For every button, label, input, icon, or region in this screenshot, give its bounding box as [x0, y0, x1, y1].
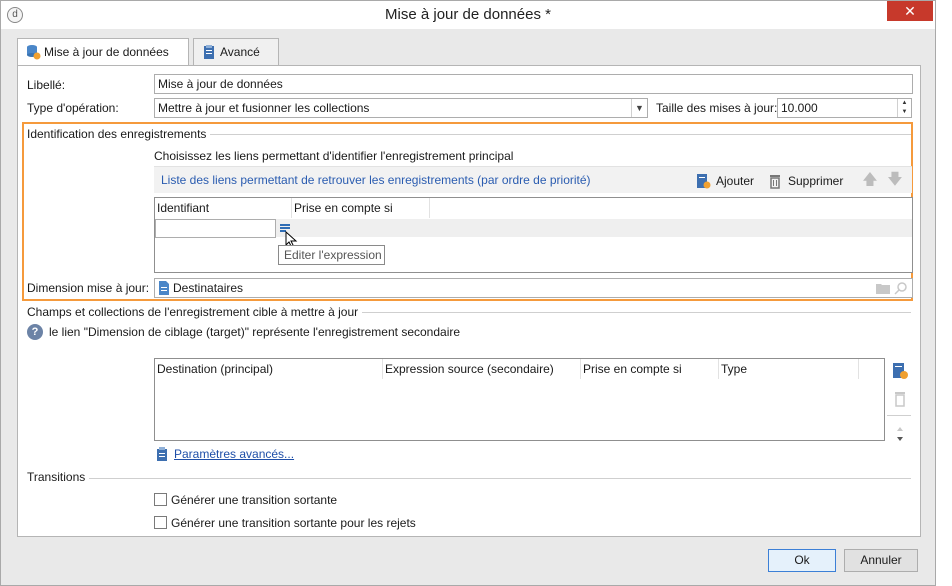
dimension-value: Destinataires: [173, 281, 244, 295]
dimension-label: Dimension mise à jour:: [27, 281, 150, 295]
tab-label: Mise à jour de données: [44, 45, 169, 59]
type-operation-value: Mettre à jour et fusionner les collectio…: [158, 101, 370, 115]
search-icon[interactable]: [894, 281, 908, 295]
stepper-up-icon[interactable]: ▲: [898, 99, 911, 108]
add-icon: [697, 174, 711, 189]
identification-group-title: Identification des enregistrements: [27, 127, 211, 141]
dialog-window: d Mise à jour de données * ✕ Mise à jour…: [0, 0, 936, 586]
group-divider: [27, 478, 911, 479]
clipboard-icon: [204, 45, 214, 59]
edit-expression-tooltip: Editer l'expression: [278, 245, 385, 265]
champs-help-text: le lien "Dimension de ciblage (target)" …: [49, 325, 461, 339]
links-list-toolbar: Liste des liens permettant de retrouver …: [154, 166, 912, 193]
type-operation-select[interactable]: Mettre à jour et fusionner les collectio…: [154, 98, 648, 118]
transition-checkbox-label: Générer une transition sortante: [171, 493, 338, 507]
add-label: Ajouter: [716, 174, 755, 188]
links-list-title: Liste des liens permettant de retrouver …: [161, 173, 591, 187]
column-header-prise-en-compte[interactable]: Prise en compte si: [581, 359, 719, 379]
taille-label: Taille des mises à jour:: [656, 101, 778, 115]
add-icon[interactable]: [891, 362, 909, 380]
tab-mise-a-jour[interactable]: Mise à jour de données: [17, 38, 189, 67]
taille-value: 10.000: [781, 101, 818, 115]
identifiant-cell-input[interactable]: [155, 219, 276, 238]
trash-icon[interactable]: [891, 390, 909, 408]
column-header-prise-en-compte[interactable]: Prise en compte si: [292, 198, 430, 218]
move-down-icon[interactable]: 🡇: [886, 171, 904, 189]
transitions-group-title: Transitions: [27, 470, 90, 484]
title-bar: d Mise à jour de données * ✕: [1, 1, 935, 29]
tab-avance[interactable]: Avancé: [193, 38, 279, 65]
reorder-icon[interactable]: [891, 425, 909, 443]
type-operation-label: Type d'opération:: [27, 101, 119, 115]
window-title: Mise à jour de données *: [385, 6, 551, 23]
column-header-identifiant[interactable]: Identifiant: [155, 198, 292, 218]
rejects-transition-checkbox-label: Générer une transition sortante pour les…: [171, 516, 416, 530]
cancel-button[interactable]: Annuler: [844, 549, 918, 572]
side-divider: [887, 415, 911, 416]
move-up-icon[interactable]: 🡅: [861, 171, 879, 189]
rejects-transition-checkbox[interactable]: [154, 516, 167, 529]
libelle-input[interactable]: Mise à jour de données: [154, 74, 913, 94]
close-button[interactable]: ✕: [887, 1, 933, 21]
column-header-type[interactable]: Type: [719, 359, 859, 379]
libelle-label: Libellé:: [27, 78, 66, 92]
tab-label: Avancé: [220, 45, 260, 59]
trash-icon: [770, 175, 780, 189]
clipboard-icon: [157, 447, 167, 461]
delete-button[interactable]: Supprimer: [767, 172, 843, 190]
column-header-destination[interactable]: Destination (principal): [155, 359, 383, 379]
champs-group-title: Champs et collections de l'enregistremen…: [27, 305, 363, 319]
dimension-field[interactable]: Destinataires: [154, 278, 913, 298]
chevron-down-icon[interactable]: ▼: [631, 99, 647, 117]
database-update-icon: [27, 45, 41, 60]
fields-grid: Destination (principal) Expression sourc…: [154, 358, 885, 441]
stepper-down-icon[interactable]: ▼: [898, 108, 911, 117]
identification-instruction: Choisissez les liens permettant d'identi…: [154, 149, 514, 163]
ok-button[interactable]: Ok: [768, 549, 836, 572]
delete-label: Supprimer: [788, 174, 844, 188]
transition-checkbox[interactable]: [154, 493, 167, 506]
taille-stepper[interactable]: 10.000 ▲ ▼: [777, 98, 912, 118]
stepper-buttons[interactable]: ▲ ▼: [897, 99, 911, 117]
folder-icon[interactable]: [876, 282, 890, 294]
schema-icon: [159, 281, 169, 295]
links-grid: Identifiant Prise en compte si: [154, 197, 913, 273]
column-header-expression-source[interactable]: Expression source (secondaire): [383, 359, 581, 379]
add-button[interactable]: Ajouter: [695, 172, 754, 190]
advanced-parameters-link[interactable]: Paramètres avancés...: [174, 447, 294, 461]
help-icon: ?: [27, 324, 43, 340]
